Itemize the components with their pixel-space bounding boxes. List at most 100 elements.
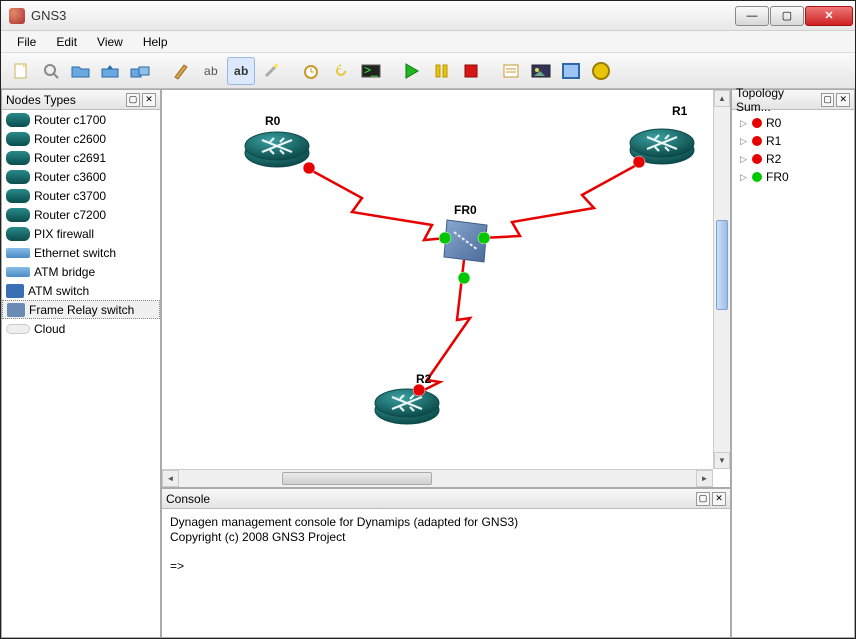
dock-float-icon[interactable]: ▢ [126, 93, 140, 107]
topology-tree[interactable]: ▷ R0 ▷ R1 ▷R2▷FR0 [732, 110, 854, 637]
node-type-item[interactable]: Ethernet switch [2, 243, 160, 262]
node-type-item[interactable]: ATM bridge [2, 262, 160, 281]
save-copies-button[interactable] [127, 57, 155, 85]
export-button[interactable] [97, 57, 125, 85]
canvas-hscrollbar[interactable]: ◄ ► [162, 469, 713, 487]
port-r0[interactable] [303, 162, 315, 174]
console-button[interactable]: >_ [357, 57, 385, 85]
scroll-up-icon[interactable]: ▲ [714, 90, 730, 107]
node-type-item[interactable]: Cloud [2, 319, 160, 338]
node-type-item[interactable]: Frame Relay switch [2, 300, 160, 319]
nodes-types-title: Nodes Types [6, 93, 76, 107]
menu-edit[interactable]: Edit [46, 32, 87, 52]
menu-help[interactable]: Help [133, 32, 178, 52]
nodes-types-dock: Nodes Types ▢ ✕ Router c1700 Router c2600… [1, 89, 161, 638]
node-type-item[interactable]: PIX firewall [2, 224, 160, 243]
menu-file[interactable]: File [7, 32, 46, 52]
node-type-label: Router c3700 [34, 189, 106, 203]
node-type-item[interactable]: Router c7200 [2, 205, 160, 224]
node-r0[interactable]: R0 [245, 114, 309, 167]
scroll-down-icon[interactable]: ▼ [714, 452, 730, 469]
new-file-button[interactable] [7, 57, 35, 85]
topology-tree-item[interactable]: ▷ R0 [734, 114, 852, 132]
stop-button[interactable] [457, 57, 485, 85]
port-fr0-1[interactable] [439, 232, 451, 244]
play-button[interactable] [397, 57, 425, 85]
svg-text:a: a [234, 64, 241, 78]
expand-icon[interactable]: ▷ [740, 154, 748, 165]
canvas-vscrollbar[interactable]: ▲ ▼ [713, 90, 730, 469]
switch-icon [6, 248, 30, 258]
svg-text:b: b [241, 64, 248, 78]
topology-item-label: R0 [766, 116, 781, 130]
folder-open-button[interactable] [67, 57, 95, 85]
node-type-item[interactable]: Router c3700 [2, 186, 160, 205]
topology-close-icon[interactable]: ✕ [836, 93, 850, 107]
topology-item-label: R1 [766, 134, 781, 148]
open-button[interactable] [37, 57, 65, 85]
router-icon [6, 170, 30, 184]
circle-button[interactable] [587, 57, 615, 85]
app-window: GNS3 — ▢ ✕ File Edit View Help ab ab >_ [0, 0, 856, 639]
node-type-item[interactable]: Router c2691 [2, 148, 160, 167]
node-type-item[interactable]: ATM switch [2, 281, 160, 300]
expand-icon[interactable]: ▷ [740, 118, 748, 129]
topology-tree-item[interactable]: ▷R2 [734, 150, 852, 168]
annotate-button[interactable]: ab [197, 57, 225, 85]
undo-button[interactable] [327, 57, 355, 85]
maximize-button[interactable]: ▢ [770, 6, 804, 26]
node-type-item[interactable]: Router c2600 [2, 129, 160, 148]
brush-button[interactable] [167, 57, 195, 85]
vscroll-thumb[interactable] [716, 220, 728, 310]
toolbar: ab ab >_ [1, 53, 855, 89]
note-button[interactable] [497, 57, 525, 85]
scroll-right-icon[interactable]: ► [696, 470, 713, 487]
firewall-icon [6, 227, 30, 241]
node-type-label: Router c2600 [34, 132, 106, 146]
status-dot-icon [752, 136, 762, 146]
topology-float-icon[interactable]: ▢ [821, 93, 835, 107]
console-dock: Console ▢ ✕ Dynagen management console f… [161, 488, 731, 638]
router-icon [6, 189, 30, 203]
menu-view[interactable]: View [87, 32, 133, 52]
annotate-bold-button[interactable]: ab [227, 57, 255, 85]
close-button[interactable]: ✕ [805, 6, 853, 26]
svg-text:>_: >_ [364, 63, 378, 77]
wizard-button[interactable] [257, 57, 285, 85]
console-title: Console [166, 492, 210, 506]
minimize-button[interactable]: — [735, 6, 769, 26]
expand-icon[interactable]: ▷ [740, 136, 748, 147]
console-output[interactable]: Dynagen management console for Dynamips … [162, 509, 730, 637]
port-fr0-2[interactable] [478, 232, 490, 244]
timer-button[interactable] [297, 57, 325, 85]
nodes-list[interactable]: Router c1700Router c2600Router c2691Rout… [2, 110, 160, 637]
port-fr0-3[interactable] [458, 272, 470, 284]
expand-icon[interactable]: ▷ [740, 172, 748, 183]
topology-canvas[interactable]: R0 R1 R2 [161, 89, 731, 488]
node-fr0[interactable]: FR0 [444, 203, 487, 262]
topology-tree-item[interactable]: ▷ R1 [734, 132, 852, 150]
console-float-icon[interactable]: ▢ [696, 492, 710, 506]
node-r1[interactable]: R1 [630, 104, 694, 164]
console-close-icon[interactable]: ✕ [712, 492, 726, 506]
router-icon [6, 208, 30, 222]
node-r2[interactable]: R2 [375, 372, 439, 424]
port-r1[interactable] [633, 156, 645, 168]
port-r2[interactable] [413, 384, 425, 396]
link-r0-fr0[interactable] [307, 168, 447, 240]
node-type-item[interactable]: Router c3600 [2, 167, 160, 186]
rectangle-button[interactable] [557, 57, 585, 85]
node-type-label: Frame Relay switch [29, 303, 134, 317]
node-type-item[interactable]: Router c1700 [2, 110, 160, 129]
node-type-label: ATM switch [28, 284, 89, 298]
topology-tree-item[interactable]: ▷FR0 [734, 168, 852, 186]
insert-image-button[interactable] [527, 57, 555, 85]
hscroll-thumb[interactable] [282, 472, 432, 485]
router-icon [6, 113, 30, 127]
pause-button[interactable] [427, 57, 455, 85]
label-r0: R0 [265, 114, 281, 128]
link-r1-fr0[interactable] [482, 162, 642, 238]
scroll-left-icon[interactable]: ◄ [162, 470, 179, 487]
router-icon [6, 151, 30, 165]
dock-close-icon[interactable]: ✕ [142, 93, 156, 107]
